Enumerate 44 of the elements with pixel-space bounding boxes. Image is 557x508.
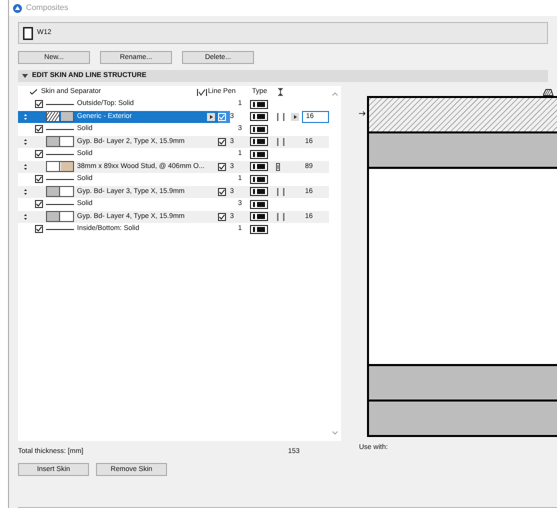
- checkbox-column-icon: [197, 88, 207, 96]
- drag-handle-icon[interactable]: [24, 138, 26, 145]
- app-icon: [13, 4, 22, 12]
- window-title: Composites: [26, 2, 68, 14]
- line-icon: [46, 102, 74, 106]
- wall-icon: [23, 26, 33, 40]
- line-pen-icon[interactable]: [250, 224, 268, 234]
- collapse-caret-icon: [22, 74, 28, 78]
- line-icon: [46, 202, 74, 206]
- line-pen-icon[interactable]: [250, 212, 268, 222]
- line-icon: [46, 152, 74, 156]
- drag-handle-icon[interactable]: [24, 214, 26, 220]
- checkbox[interactable]: [35, 100, 43, 108]
- line-pen-icon[interactable]: [250, 100, 268, 109]
- line-pen-icon[interactable]: [250, 137, 268, 146]
- line-pen-icon[interactable]: [250, 174, 268, 184]
- line-pen-icon[interactable]: [250, 124, 268, 134]
- line-pen-icon[interactable]: [250, 200, 268, 209]
- checkbox[interactable]: [35, 225, 43, 234]
- checkbox[interactable]: [218, 162, 226, 171]
- checkbox[interactable]: [218, 138, 226, 146]
- checkbox[interactable]: [35, 150, 43, 158]
- drag-handle-icon[interactable]: [24, 114, 26, 120]
- checkbox[interactable]: [35, 175, 43, 184]
- expand-arrow-button[interactable]: [291, 112, 299, 121]
- checkbox[interactable]: [218, 212, 226, 221]
- arrow-marker-icon: [359, 111, 366, 116]
- line-pen-icon[interactable]: [250, 112, 268, 122]
- line-pen-icon[interactable]: [250, 187, 268, 196]
- line-icon: [46, 128, 74, 131]
- hatch-settings-icon[interactable]: [543, 89, 554, 96]
- line-pen-icon[interactable]: [250, 150, 268, 159]
- expand-arrow-button[interactable]: [207, 112, 215, 121]
- checkbox[interactable]: [35, 125, 43, 134]
- drag-handle-icon[interactable]: [24, 188, 26, 195]
- drag-handle-icon[interactable]: [24, 164, 26, 170]
- line-icon: [46, 228, 74, 231]
- thickness-icon: [278, 88, 283, 96]
- checkbox[interactable]: [218, 188, 226, 196]
- line-icon: [46, 178, 74, 181]
- line-pen-icon[interactable]: [250, 162, 268, 172]
- checkmark-icon: [30, 89, 38, 95]
- checkbox[interactable]: [35, 200, 43, 208]
- structure-type-icon[interactable]: [276, 162, 280, 171]
